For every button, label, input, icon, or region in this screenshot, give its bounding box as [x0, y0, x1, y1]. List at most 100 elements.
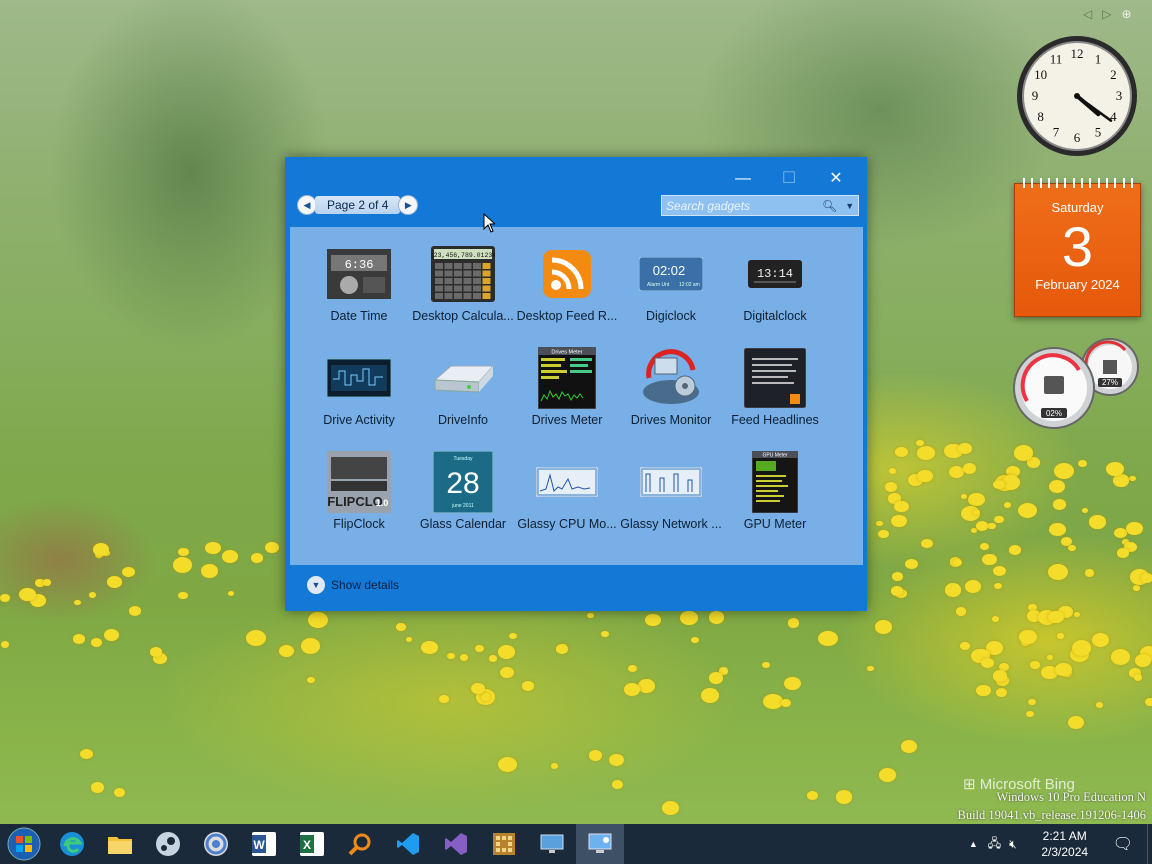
add-gadget-icon[interactable]: ⊕ — [1122, 7, 1132, 21]
word-icon[interactable]: W — [240, 824, 288, 864]
gadget-glassy-cpu-monitor[interactable]: Glassy CPU Mo... — [515, 445, 619, 545]
volume-muted-icon[interactable]: 🔇︎ — [1009, 837, 1017, 852]
gadget-desktop-feed-reader[interactable]: Desktop Feed R... — [515, 237, 619, 337]
glassy-cpu-icon — [535, 453, 599, 511]
visual-studio-icon[interactable] — [432, 824, 480, 864]
gadget-digitalclock[interactable]: 13:14 Digitalclock — [723, 237, 827, 337]
flower-decoration — [1078, 459, 1088, 468]
flower-decoration — [884, 481, 898, 493]
gadget-glass-calendar[interactable]: Tuesday 28 june 2011 Glass Calendar — [411, 445, 515, 545]
chevron-down-icon[interactable]: ▼ — [845, 201, 854, 211]
ram-percent: 27% — [1102, 378, 1118, 387]
flower-decoration — [1017, 503, 1037, 519]
start-button[interactable] — [0, 824, 48, 864]
show-details-toggle[interactable]: ▼ Show details — [307, 576, 399, 594]
network-icon[interactable]: 🖧︎ — [988, 834, 1001, 855]
gadget-grid: 6:36 Date Time 123,456,789.01234 Desktop… — [290, 227, 863, 565]
gadgets-app-icon[interactable] — [576, 824, 624, 864]
flower-decoration — [944, 583, 961, 597]
clock-gadget[interactable]: 12 1234567891011 — [1015, 34, 1139, 158]
maximize-button[interactable]: ☐ — [766, 165, 812, 193]
gadget-digiclock[interactable]: 02:02 Alarm Unt 12:02 am Digiclock — [619, 237, 723, 337]
search-input[interactable] — [662, 197, 818, 214]
prev-page-button[interactable]: ◀ — [297, 195, 317, 215]
feed-headlines-icon — [743, 348, 807, 408]
search-icon[interactable]: 🔍︎ — [822, 199, 837, 213]
steam-icon[interactable] — [144, 824, 192, 864]
svg-text:02:02: 02:02 — [653, 263, 686, 278]
cpu-meter-gadget[interactable]: 27% 02% — [1013, 336, 1141, 432]
calculator-icon: 123,456,789.01234 — [431, 245, 495, 303]
clock-number: 11 — [1050, 52, 1063, 67]
gadget-gpu-meter[interactable]: GPU Meter GPU Meter — [723, 445, 827, 545]
flower-decoration — [264, 542, 279, 554]
gadget-drive-activity[interactable]: Drive Activity — [307, 341, 411, 441]
flower-decoration — [488, 655, 497, 662]
windows-edition: Windows 10 Pro Education N — [996, 790, 1146, 804]
file-explorer-icon[interactable] — [96, 824, 144, 864]
flower-decoration — [74, 599, 82, 606]
flower-decoration — [700, 688, 720, 703]
flower-decoration — [88, 591, 96, 598]
flower-decoration — [1067, 544, 1077, 552]
flower-decoration — [246, 630, 266, 647]
edge-icon[interactable] — [48, 824, 96, 864]
flower-decoration — [901, 740, 917, 754]
gadget-date-time[interactable]: 6:36 Date Time — [307, 237, 411, 337]
gadget-desktop-calculator[interactable]: 123,456,789.01234 Desktop Calcula... — [411, 237, 515, 337]
gadget-glassy-network-monitor[interactable]: Glassy Network ... — [619, 445, 723, 545]
flower-decoration — [1009, 545, 1022, 555]
gadget-label: Digitalclock — [743, 309, 807, 323]
flower-decoration — [1047, 564, 1068, 581]
gadget-label: FlipClock — [333, 517, 385, 531]
flower-decoration — [1140, 572, 1152, 583]
flower-decoration — [1145, 697, 1152, 707]
flower-decoration — [948, 465, 965, 478]
gadget-feed-headlines[interactable]: Feed Headlines — [723, 341, 827, 441]
gpu-meter-icon: GPU Meter — [743, 451, 807, 513]
clock-number: 9 — [1032, 88, 1039, 103]
flower-decoration — [874, 620, 892, 634]
notification-icon[interactable]: 🗨︎ — [1113, 834, 1133, 854]
clock-number: 12 — [1071, 46, 1084, 61]
taskbar: W X ▲ 🖧︎ 🔇︎ 2:21 AM 2/3/2024 🗨︎ — [0, 824, 1152, 864]
flower-decoration — [875, 520, 884, 527]
magnifier-app-icon[interactable] — [336, 824, 384, 864]
svg-text:W: W — [253, 838, 265, 852]
svg-text:123,456,789.01234: 123,456,789.01234 — [431, 252, 495, 259]
vscode-icon[interactable] — [384, 824, 432, 864]
hex-editor-icon[interactable] — [480, 824, 528, 864]
clock-number: 7 — [1053, 124, 1060, 139]
next-page-button[interactable]: ▶ — [398, 195, 419, 215]
svg-text:6:36: 6:36 — [345, 258, 374, 272]
chrome-icon[interactable] — [192, 824, 240, 864]
gadget-driveinfo[interactable]: DriveInfo — [411, 341, 515, 441]
gadget-drives-monitor[interactable]: Drives Monitor — [619, 341, 723, 441]
next-gadget-icon[interactable]: ▷ — [1102, 7, 1111, 21]
flower-decoration — [1134, 674, 1143, 681]
flower-decoration — [1110, 649, 1130, 665]
prev-gadget-icon[interactable]: ◁ — [1083, 7, 1092, 21]
chevron-up-icon[interactable]: ▲ — [969, 839, 978, 849]
remote-desktop-icon[interactable] — [528, 824, 576, 864]
flower-decoration — [1067, 715, 1084, 729]
flower-decoration — [550, 762, 558, 769]
calendar-day: 3 — [1061, 215, 1094, 278]
digitalclock-icon: 13:14 — [743, 245, 807, 303]
flower-decoration — [121, 566, 135, 578]
calendar-gadget[interactable]: Saturday 3 February 2024 — [1014, 178, 1141, 317]
flower-decoration — [1018, 629, 1038, 645]
gadget-drives-meter[interactable]: Drives Meter Drives Meter — [515, 341, 619, 441]
excel-icon[interactable]: X — [288, 824, 336, 864]
clock-tray[interactable]: 2:21 AM 2/3/2024 — [1027, 828, 1103, 860]
flower-decoration — [149, 646, 163, 657]
flower-decoration — [661, 801, 679, 815]
minimize-button[interactable]: — — [720, 165, 766, 193]
gadget-flipclock[interactable]: FLIPCLO 1.0 FlipClock — [307, 445, 411, 545]
show-desktop-button[interactable] — [1147, 824, 1152, 864]
close-button[interactable]: ✕ — [813, 165, 859, 193]
flower-decoration — [867, 666, 874, 671]
flower-decoration — [498, 757, 517, 773]
search-box[interactable]: 🔍︎ ▼ — [661, 195, 859, 216]
flower-decoration — [500, 666, 515, 679]
